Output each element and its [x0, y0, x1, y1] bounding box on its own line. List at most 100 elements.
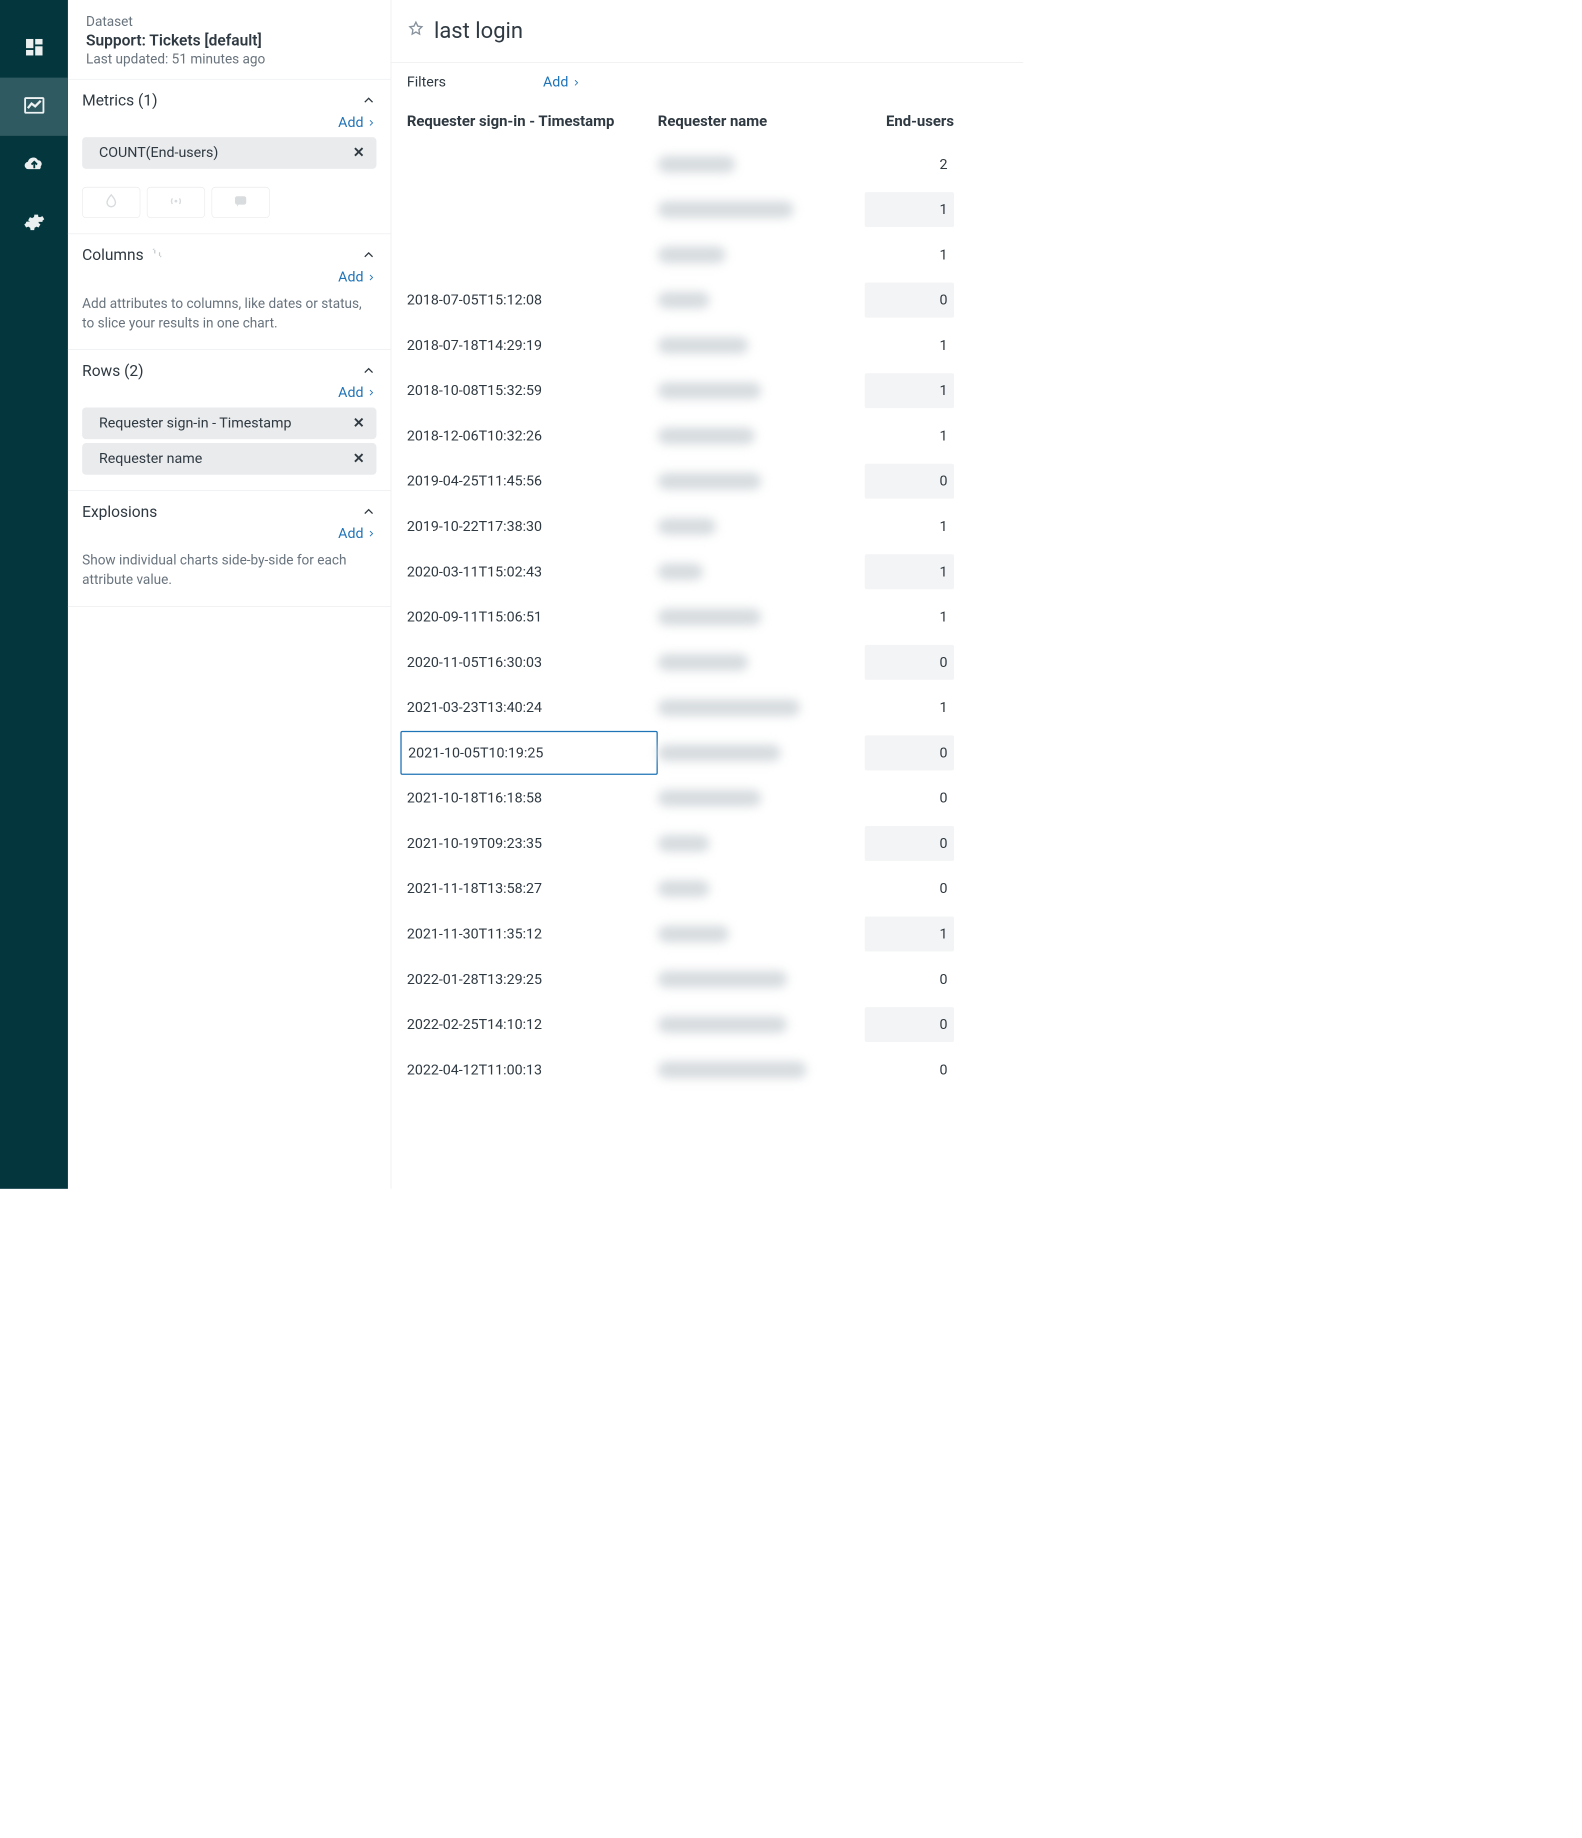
nav-queries[interactable] [0, 78, 68, 136]
metric-chip[interactable]: COUNT(End-users) ✕ [82, 137, 376, 169]
cell-timestamp[interactable]: 2021-10-19T09:23:35 [400, 835, 657, 851]
cell-timestamp[interactable]: 2018-07-05T15:12:08 [400, 292, 657, 308]
cell-timestamp[interactable]: 2020-11-05T16:30:03 [400, 654, 657, 670]
cell-requester-name[interactable] [658, 1016, 865, 1033]
chevron-up-icon[interactable] [361, 247, 377, 263]
cell-requester-name[interactable] [658, 835, 865, 852]
col-header-endusers[interactable]: End-users [865, 113, 961, 142]
cell-requester-name[interactable] [658, 201, 865, 218]
table-row[interactable]: 1 [400, 232, 1011, 277]
cell-timestamp[interactable]: 2020-03-11T15:02:43 [400, 564, 657, 580]
table-row[interactable]: 2022-02-25T14:10:12 0 [400, 1002, 1011, 1047]
cell-requester-name[interactable] [658, 744, 865, 761]
cell-requester-name[interactable] [658, 382, 865, 399]
cell-endusers[interactable]: 0 [865, 640, 961, 685]
table-row[interactable]: 2019-10-22T17:38:301 [400, 504, 1011, 549]
filters-add[interactable]: Add [543, 74, 581, 90]
cell-requester-name[interactable] [658, 926, 865, 943]
chevron-up-icon[interactable] [361, 363, 377, 379]
swap-icon[interactable] [150, 246, 164, 264]
table-row[interactable]: 2022-01-28T13:29:25 0 [400, 957, 1011, 1002]
vis-pill-3[interactable] [212, 187, 270, 218]
table-row[interactable]: 2018-07-05T15:12:08 0 [400, 277, 1011, 322]
cell-endusers[interactable]: 0 [865, 776, 961, 821]
nav-settings[interactable] [0, 194, 68, 252]
cell-endusers[interactable]: 0 [865, 1002, 961, 1047]
table-row[interactable]: 2021-10-19T09:23:35 0 [400, 821, 1011, 866]
cell-timestamp[interactable]: 2021-11-18T13:58:27 [400, 881, 657, 897]
vis-pill-1[interactable] [82, 187, 140, 218]
cell-requester-name[interactable] [658, 699, 865, 716]
table-row[interactable]: 2020-03-11T15:02:43 1 [400, 549, 1011, 594]
cell-timestamp[interactable]: 2020-09-11T15:06:51 [400, 609, 657, 625]
row-chip-remove[interactable]: ✕ [353, 415, 365, 431]
metric-chip-remove[interactable]: ✕ [353, 145, 365, 161]
cell-requester-name[interactable] [658, 880, 865, 897]
cell-endusers[interactable]: 1 [865, 413, 961, 458]
cell-endusers[interactable]: 0 [865, 277, 961, 322]
cell-endusers[interactable]: 0 [865, 730, 961, 775]
chevron-up-icon[interactable] [361, 504, 377, 520]
cell-timestamp[interactable]: 2021-10-05T10:19:25 [400, 731, 657, 775]
table-row[interactable]: 2021-11-30T11:35:12 1 [400, 911, 1011, 956]
row-chip-1[interactable]: Requester name ✕ [82, 443, 376, 475]
row-chip-0[interactable]: Requester sign-in - Timestamp ✕ [82, 407, 376, 439]
table-row[interactable]: 1 [400, 187, 1011, 232]
cell-endusers[interactable]: 1 [865, 368, 961, 413]
cell-timestamp[interactable]: 2021-03-23T13:40:24 [400, 700, 657, 716]
cell-requester-name[interactable] [658, 156, 865, 173]
cell-requester-name[interactable] [658, 473, 865, 490]
cell-requester-name[interactable] [658, 971, 865, 988]
nav-datasets[interactable] [0, 136, 68, 194]
cell-requester-name[interactable] [658, 654, 865, 671]
cell-endusers[interactable]: 0 [865, 866, 961, 911]
table-row[interactable]: 2021-10-18T16:18:58 0 [400, 776, 1011, 821]
vis-pill-2[interactable] [147, 187, 205, 218]
columns-add[interactable]: Add [338, 269, 376, 285]
cell-endusers[interactable]: 1 [865, 911, 961, 956]
cell-requester-name[interactable] [658, 609, 865, 626]
table-row[interactable]: 2020-09-11T15:06:51 1 [400, 594, 1011, 639]
table-row[interactable]: 2019-04-25T11:45:56 0 [400, 459, 1011, 504]
cell-endusers[interactable]: 2 [865, 142, 961, 187]
cell-timestamp[interactable]: 2019-04-25T11:45:56 [400, 473, 657, 489]
rows-add[interactable]: Add [338, 385, 376, 401]
cell-endusers[interactable]: 1 [865, 232, 961, 277]
cell-endusers[interactable]: 1 [865, 504, 961, 549]
nav-dashboard[interactable] [0, 19, 68, 77]
table-row[interactable]: 2021-11-18T13:58:27 0 [400, 866, 1011, 911]
table-row[interactable]: 2022-04-12T11:00:130 [400, 1047, 1011, 1092]
cell-timestamp[interactable]: 2018-12-06T10:32:26 [400, 428, 657, 444]
cell-timestamp[interactable]: 2021-11-30T11:35:12 [400, 926, 657, 942]
table-row[interactable]: 2021-10-05T10:19:25 0 [400, 730, 1011, 775]
cell-requester-name[interactable] [658, 246, 865, 263]
cell-endusers[interactable]: 1 [865, 594, 961, 639]
cell-requester-name[interactable] [658, 428, 865, 445]
cell-requester-name[interactable] [658, 518, 865, 535]
cell-endusers[interactable]: 0 [865, 459, 961, 504]
cell-requester-name[interactable] [658, 1061, 865, 1078]
cell-endusers[interactable]: 1 [865, 187, 961, 232]
table-row[interactable]: 2018-10-08T15:32:59 1 [400, 368, 1011, 413]
cell-timestamp[interactable]: 2022-04-12T11:00:13 [400, 1062, 657, 1078]
cell-requester-name[interactable] [658, 563, 865, 580]
col-header-timestamp[interactable]: Requester sign-in - Timestamp [400, 113, 657, 142]
cell-requester-name[interactable] [658, 337, 865, 354]
cell-timestamp[interactable]: 2018-10-08T15:32:59 [400, 383, 657, 399]
cell-requester-name[interactable] [658, 790, 865, 807]
table-row[interactable]: 2 [400, 142, 1011, 187]
cell-endusers[interactable]: 1 [865, 549, 961, 594]
cell-timestamp[interactable]: 2022-01-28T13:29:25 [400, 971, 657, 987]
cell-timestamp[interactable]: 2018-07-18T14:29:19 [400, 337, 657, 353]
chevron-up-icon[interactable] [361, 92, 377, 108]
cell-endusers[interactable]: 1 [865, 323, 961, 368]
cell-endusers[interactable]: 0 [865, 957, 961, 1002]
cell-requester-name[interactable] [658, 292, 865, 309]
cell-timestamp[interactable]: 2022-02-25T14:10:12 [400, 1016, 657, 1032]
metrics-add[interactable]: Add [338, 114, 376, 130]
explosions-add[interactable]: Add [338, 526, 376, 542]
row-chip-remove[interactable]: ✕ [353, 451, 365, 467]
cell-timestamp[interactable]: 2021-10-18T16:18:58 [400, 790, 657, 806]
cell-endusers[interactable]: 0 [865, 821, 961, 866]
col-header-name[interactable]: Requester name [658, 113, 865, 142]
